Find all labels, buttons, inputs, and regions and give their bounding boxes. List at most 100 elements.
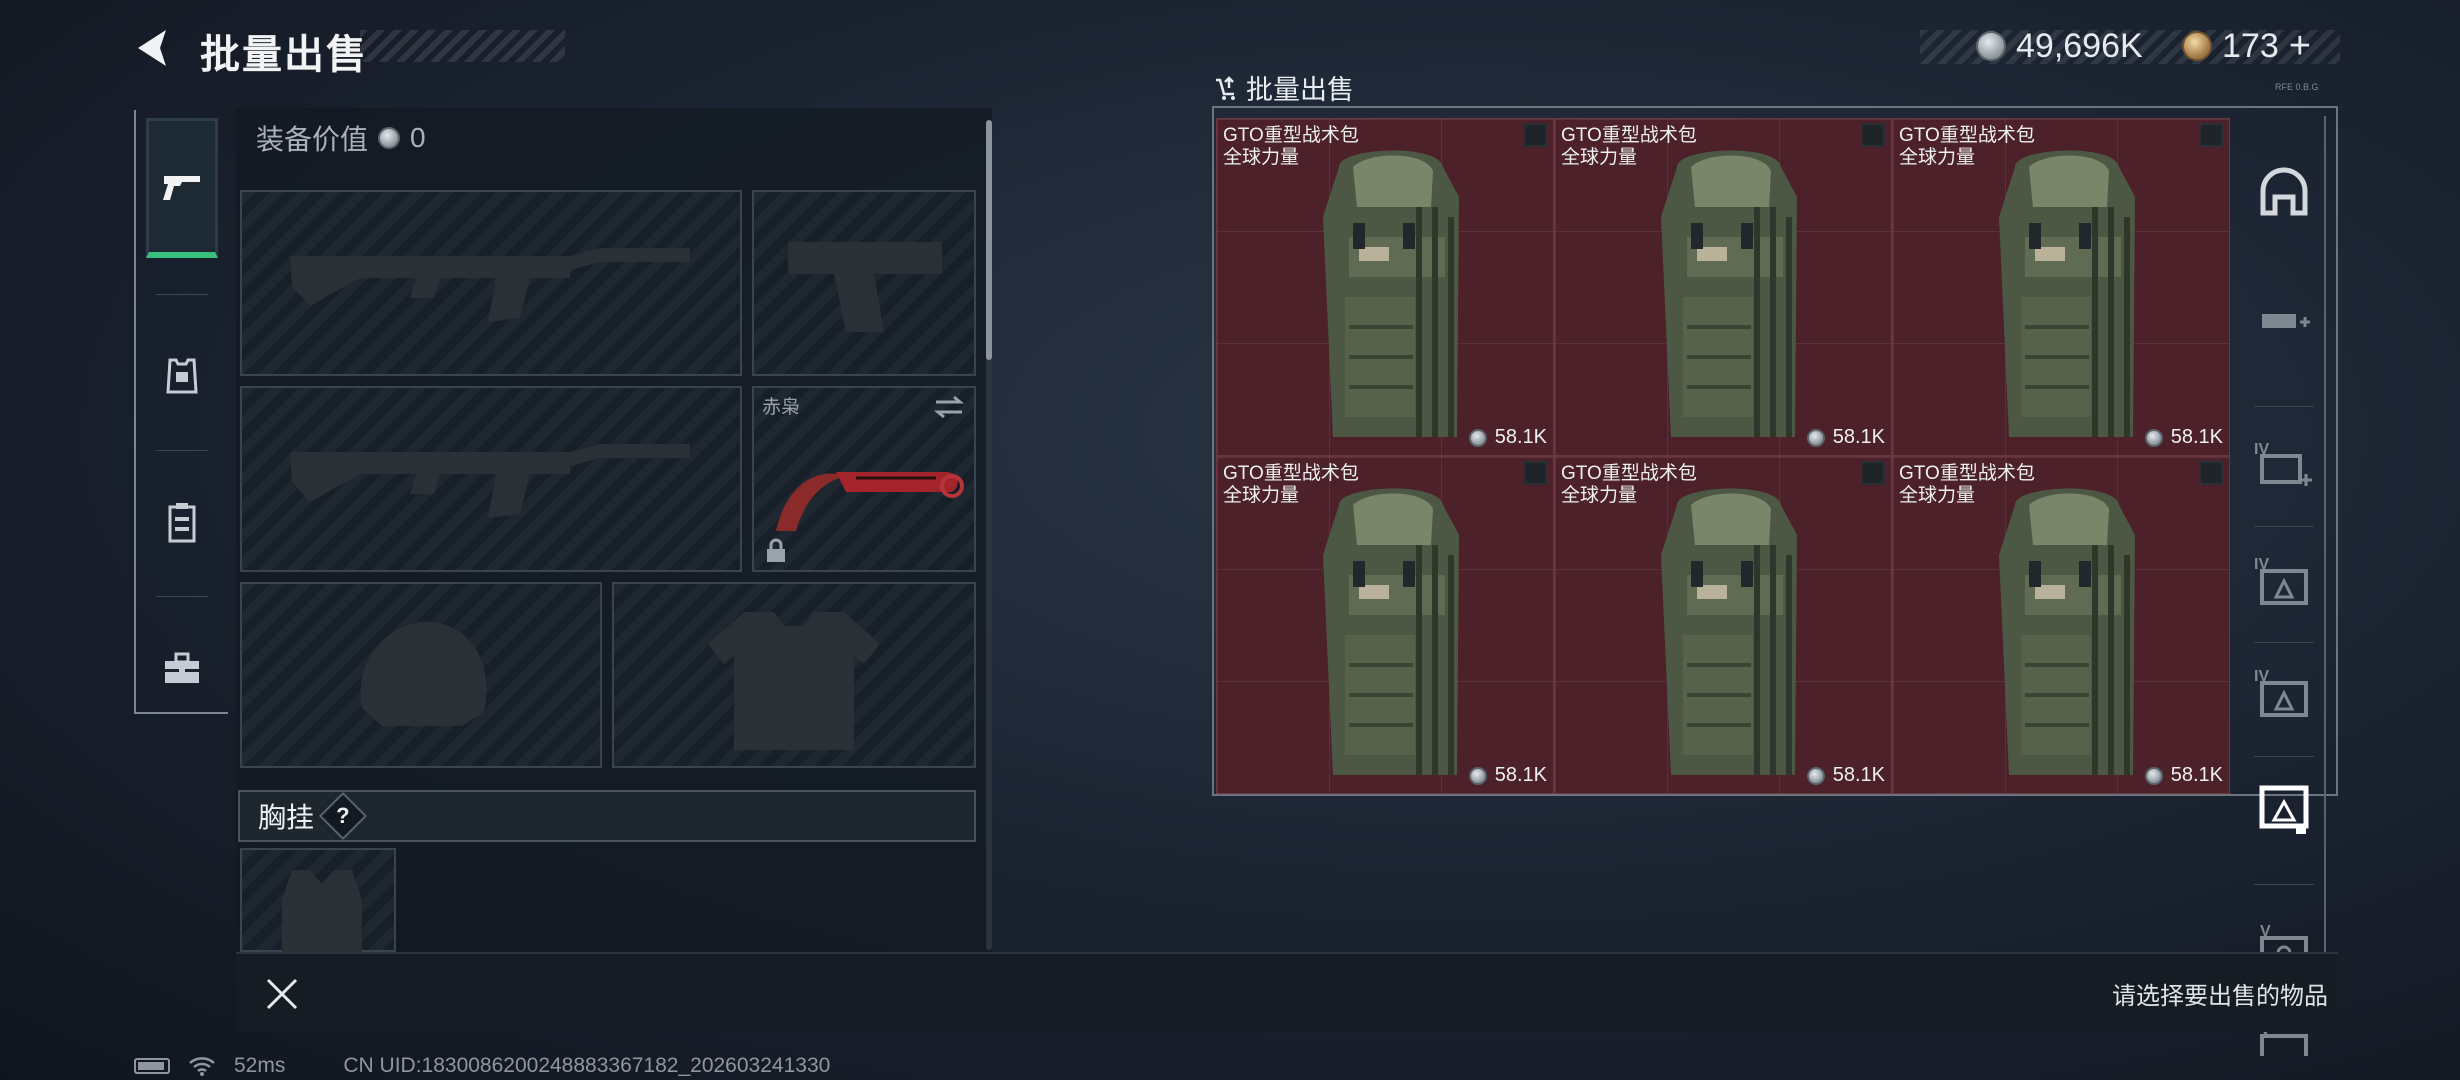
helmet-silhouette-icon bbox=[360, 621, 487, 726]
swap-icon[interactable] bbox=[932, 394, 966, 420]
toolbox-icon bbox=[165, 652, 199, 683]
item-price-value: 58.1K bbox=[2170, 426, 2223, 448]
bulk-sell-icon bbox=[1216, 75, 1235, 100]
melee-label: 赤枭 bbox=[762, 397, 801, 418]
bulk-sell-label: 批量出售 bbox=[1212, 68, 1354, 107]
gold-amount: 173 bbox=[2222, 26, 2279, 65]
primary-weapon-slot[interactable] bbox=[240, 190, 742, 376]
item-checkbox[interactable] bbox=[1523, 461, 1547, 485]
silver-coin-icon bbox=[1806, 766, 1825, 785]
karambit-icon bbox=[776, 472, 964, 531]
rifle-silhouette-icon bbox=[290, 248, 690, 322]
item-title: GTO重型战术包 bbox=[1561, 463, 1697, 484]
type-vest-plus[interactable] bbox=[2244, 312, 2324, 362]
silver-coin-icon bbox=[2144, 766, 2163, 785]
armor-slot[interactable] bbox=[612, 582, 976, 768]
wifi-icon bbox=[189, 1057, 215, 1076]
tactical-backpack-image bbox=[1323, 488, 1459, 775]
chest-rig-silhouette-icon bbox=[282, 870, 362, 952]
silver-coin-icon bbox=[1468, 428, 1487, 447]
gold-plus[interactable]: + bbox=[2289, 25, 2311, 68]
category-armor[interactable] bbox=[146, 306, 218, 446]
item-checkbox[interactable] bbox=[1861, 123, 1885, 147]
item-price: 58.1K bbox=[1806, 764, 1885, 787]
back-arrow-icon[interactable] bbox=[130, 26, 174, 70]
helmet-icon bbox=[2260, 167, 2308, 216]
silver-coin-icon bbox=[1468, 766, 1487, 785]
item-name: GTO重型战术包 全球力量 bbox=[1899, 125, 2035, 169]
pistol-icon bbox=[163, 175, 200, 200]
tactical-backpack-image bbox=[1323, 150, 1459, 437]
chest-rig-label: 胸挂 bbox=[258, 802, 315, 833]
loadout-scrollbar[interactable] bbox=[986, 120, 992, 360]
help-icon[interactable]: ? bbox=[318, 791, 368, 841]
bag-iv-icon: IV bbox=[2254, 556, 2308, 605]
bag-iv-plus-icon: IV bbox=[2254, 441, 2312, 486]
item-price-value: 58.1K bbox=[1494, 764, 1547, 786]
select-items-hint: 请选择要出售的物品 bbox=[2112, 983, 2328, 1010]
item-name: GTO重型战术包 全球力量 bbox=[1899, 463, 2035, 507]
armor-icon bbox=[166, 358, 198, 394]
item-title: GTO重型战术包 bbox=[1899, 463, 2035, 484]
bottom-action-bar bbox=[236, 952, 2338, 1032]
item-title: GTO重型战术包 bbox=[1561, 125, 1697, 146]
item-checkbox[interactable] bbox=[2199, 461, 2223, 485]
type-bag-selected[interactable] bbox=[2244, 764, 2324, 856]
uid-text: CN UID:1830086200248883367182_2026032413… bbox=[343, 1054, 831, 1077]
gold-currency[interactable]: 173 + bbox=[2182, 25, 2311, 68]
chest-rig-header[interactable]: 胸挂 ? bbox=[238, 790, 976, 842]
item-price: 58.1K bbox=[2144, 426, 2223, 449]
silver-coin-icon bbox=[378, 127, 401, 149]
tactical-backpack-image bbox=[1661, 488, 1797, 775]
silver-coin-icon bbox=[1806, 428, 1825, 447]
item-price: 58.1K bbox=[1468, 764, 1547, 787]
item-subtitle: 全球力量 bbox=[1223, 147, 1300, 168]
equipment-value: 装备价值 0 bbox=[256, 118, 426, 158]
silver-coin-icon bbox=[1976, 31, 2006, 61]
item-card[interactable]: GTO重型战术包 全球力量 58.1K bbox=[1554, 456, 1892, 794]
lock-icon bbox=[767, 538, 785, 562]
item-card[interactable]: GTO重型战术包 全球力量 58.1K bbox=[1892, 456, 2230, 794]
bag-selected-icon bbox=[2259, 785, 2309, 834]
item-title: GTO重型战术包 bbox=[1223, 463, 1359, 484]
type-helmet[interactable] bbox=[2244, 146, 2324, 238]
silver-coin-icon bbox=[2144, 428, 2163, 447]
item-subtitle: 全球力量 bbox=[1223, 485, 1300, 506]
silver-currency[interactable]: 49,696K bbox=[1976, 26, 2143, 66]
armor-silhouette-icon bbox=[708, 612, 880, 750]
item-card[interactable]: GTO重型战术包 全球力量 58.1K bbox=[1892, 118, 2230, 456]
melee-slot[interactable]: 赤枭 bbox=[752, 386, 976, 572]
category-sidebar bbox=[134, 110, 228, 714]
tactical-backpack-image bbox=[1661, 150, 1797, 437]
type-bag-iv-plus[interactable]: IV bbox=[2244, 418, 2324, 510]
sidearm-slot[interactable] bbox=[752, 190, 976, 376]
item-card[interactable]: GTO重型战术包 全球力量 58.1K bbox=[1216, 118, 1554, 456]
item-card[interactable]: GTO重型战术包 全球力量 58.1K bbox=[1554, 118, 1892, 456]
category-weapons[interactable] bbox=[146, 118, 218, 258]
chest-rig-slot[interactable] bbox=[240, 848, 396, 952]
helmet-slot[interactable] bbox=[240, 582, 602, 768]
item-type-sidebar: IV IV IV V bbox=[2244, 116, 2326, 1056]
item-card[interactable]: GTO重型战术包 全球力量 58.1K bbox=[1216, 456, 1554, 794]
item-name: GTO重型战术包 全球力量 bbox=[1561, 463, 1697, 507]
type-bag-iv[interactable]: IV bbox=[2244, 534, 2324, 626]
category-case[interactable] bbox=[146, 598, 218, 738]
item-checkbox[interactable] bbox=[1523, 123, 1547, 147]
item-checkbox[interactable] bbox=[1861, 461, 1885, 485]
item-name: GTO重型战术包 全球力量 bbox=[1561, 125, 1697, 169]
item-price-value: 58.1K bbox=[2170, 764, 2223, 786]
pistol-silhouette-icon bbox=[788, 242, 942, 332]
item-price: 58.1K bbox=[1806, 426, 1885, 449]
tactical-backpack-image bbox=[1999, 150, 2135, 437]
gold-coin-icon bbox=[2182, 31, 2212, 61]
type-bag-iv-2[interactable]: IV bbox=[2244, 646, 2324, 738]
tactical-backpack-image bbox=[1999, 488, 2135, 775]
category-rig[interactable] bbox=[146, 452, 218, 592]
page-title: 批量出售 bbox=[200, 33, 368, 77]
item-checkbox[interactable] bbox=[2199, 123, 2223, 147]
secondary-weapon-slot[interactable] bbox=[240, 386, 742, 572]
item-subtitle: 全球力量 bbox=[1899, 147, 1976, 168]
item-subtitle: 全球力量 bbox=[1899, 485, 1976, 506]
close-icon[interactable] bbox=[260, 972, 304, 1016]
item-price: 58.1K bbox=[2144, 764, 2223, 787]
